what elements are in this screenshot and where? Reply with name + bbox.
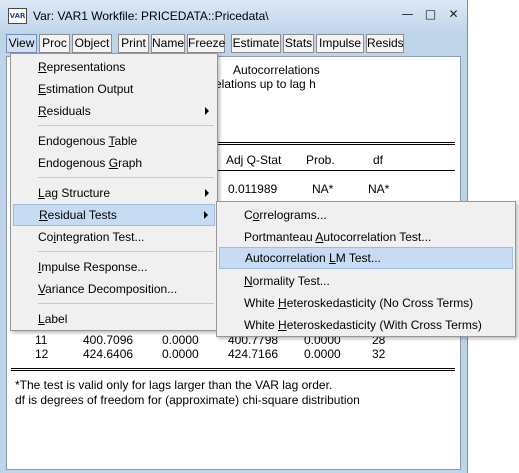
column-header-df: df bbox=[373, 153, 384, 167]
stats-button[interactable]: Stats bbox=[283, 34, 314, 53]
view-button[interactable]: View bbox=[6, 34, 37, 53]
cell-prob-row1: NA* bbox=[312, 182, 334, 196]
menu-item-endogenous-table[interactable]: Endogenous Table bbox=[13, 130, 215, 152]
residual-tests-submenu: Correlograms... Portmanteau Autocorrelat… bbox=[216, 201, 516, 337]
menu-separator bbox=[38, 125, 214, 126]
toolbar: View Proc Object Print Name Freeze Estim… bbox=[6, 33, 461, 55]
table-rule-bottom-2 bbox=[11, 370, 455, 371]
menu-item-representations[interactable]: Representations bbox=[13, 56, 215, 78]
submenu-arrow-icon bbox=[204, 211, 208, 219]
var-window-icon[interactable]: VAR bbox=[8, 8, 27, 24]
header-line-2: elations up to lag h bbox=[215, 77, 316, 91]
menu-item-endogenous-graph[interactable]: Endogenous Graph bbox=[13, 152, 215, 174]
print-button[interactable]: Print bbox=[118, 34, 149, 53]
menu-item-portmanteau-test[interactable]: Portmanteau Autocorrelation Test... bbox=[219, 226, 513, 248]
column-header-adj-q-stat: Adj Q-Stat bbox=[226, 153, 282, 167]
column-header-prob: Prob. bbox=[306, 153, 335, 167]
cell-adj-q-stat: 424.7166 bbox=[228, 347, 279, 361]
menu-item-impulse-response[interactable]: Impulse Response... bbox=[13, 256, 215, 278]
table-rule-mid bbox=[213, 170, 455, 171]
cell-q-stat: 400.7096 bbox=[83, 333, 134, 347]
maximize-icon[interactable]: □ bbox=[421, 5, 440, 24]
table-rule-bottom bbox=[11, 368, 455, 369]
menu-separator bbox=[38, 251, 214, 252]
submenu-arrow-icon bbox=[205, 189, 209, 197]
menu-item-white-no-cross-terms[interactable]: White Heteroskedasticity (No Cross Terms… bbox=[219, 292, 513, 314]
cell-df: 32 bbox=[372, 347, 386, 361]
menu-separator bbox=[38, 177, 214, 178]
menu-item-cointegration-test[interactable]: Cointegration Test... bbox=[13, 226, 215, 248]
footnote-1: *The test is valid only for lags larger … bbox=[15, 378, 333, 392]
resids-button[interactable]: Resids bbox=[366, 34, 404, 53]
close-icon[interactable]: ✕ bbox=[444, 5, 463, 24]
cell-prob: 0.0000 bbox=[162, 333, 199, 347]
cell-adj-q-row1: 0.011989 bbox=[228, 182, 278, 196]
header-line-1: Autocorrelations bbox=[233, 63, 320, 77]
submenu-arrow-icon bbox=[205, 107, 209, 115]
menu-item-lag-structure[interactable]: Lag Structure bbox=[13, 182, 215, 204]
freeze-button[interactable]: Freeze bbox=[187, 34, 225, 53]
table-rule-top bbox=[213, 142, 455, 143]
cell-lag: 12 bbox=[35, 347, 49, 361]
menu-item-estimation-output[interactable]: Estimation Output bbox=[13, 78, 215, 100]
table-rule-top-2 bbox=[213, 144, 455, 145]
proc-button[interactable]: Proc bbox=[39, 34, 70, 53]
impulse-button[interactable]: Impulse bbox=[316, 34, 364, 53]
menu-item-residuals[interactable]: Residuals bbox=[13, 100, 215, 122]
window-title: Var: VAR1 Workfile: PRICEDATA::Pricedata… bbox=[33, 9, 269, 23]
menu-item-normality-test[interactable]: Normality Test... bbox=[219, 270, 513, 292]
cell-prob: 0.0000 bbox=[162, 347, 199, 361]
title-bar[interactable]: VAR Var: VAR1 Workfile: PRICEDATA::Price… bbox=[0, 0, 467, 32]
view-menu: Representations Estimation Output Residu… bbox=[10, 53, 218, 331]
name-button[interactable]: Name bbox=[151, 34, 185, 53]
menu-item-variance-decomposition[interactable]: Variance Decomposition... bbox=[13, 278, 215, 300]
menu-item-label[interactable]: Label bbox=[13, 308, 215, 330]
cell-prob-2: 0.0000 bbox=[304, 347, 341, 361]
menu-separator bbox=[38, 303, 214, 304]
cell-lag: 11 bbox=[35, 333, 48, 347]
cell-df-row1: NA* bbox=[368, 182, 390, 196]
minimize-icon[interactable]: — bbox=[398, 5, 417, 24]
object-button[interactable]: Object bbox=[72, 34, 112, 53]
footnote-2: df is degrees of freedom for (approximat… bbox=[15, 393, 360, 407]
estimate-button[interactable]: Estimate bbox=[231, 34, 281, 53]
menu-item-correlograms[interactable]: Correlograms... bbox=[219, 204, 513, 226]
menu-item-residual-tests[interactable]: Residual Tests bbox=[13, 204, 215, 226]
menu-item-autocorrelation-lm-test[interactable]: Autocorrelation LM Test... bbox=[219, 247, 513, 269]
menu-item-white-cross-terms[interactable]: White Heteroskedasticity (With Cross Ter… bbox=[219, 314, 513, 336]
cell-q-stat: 424.6406 bbox=[83, 347, 134, 361]
